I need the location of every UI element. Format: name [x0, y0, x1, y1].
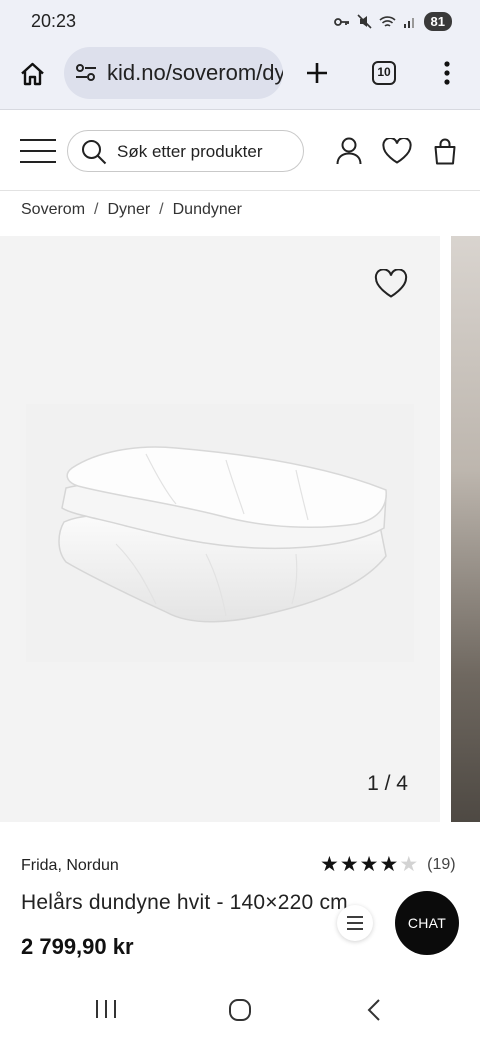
search-icon: [82, 140, 107, 165]
image-counter: 1 / 4: [367, 772, 408, 795]
recent-apps-icon[interactable]: [93, 998, 119, 1020]
wishlist-icon[interactable]: [382, 137, 412, 165]
vpn-key-icon: [333, 17, 349, 26]
breadcrumb-separator: /: [159, 201, 164, 218]
site-settings-icon[interactable]: [75, 63, 97, 83]
wifi-icon: [378, 15, 396, 27]
url-text: kid.no/soverom/dy: [107, 60, 283, 85]
menu-lines-icon: [347, 916, 363, 930]
tab-switcher-icon[interactable]: 10: [371, 60, 397, 86]
product-price: 2 799,90 kr: [21, 934, 134, 959]
address-bar[interactable]: kid.no/soverom/dy: [64, 47, 283, 99]
product-image-carousel[interactable]: 1 / 4: [0, 236, 440, 822]
breadcrumb: Soverom / Dyner / Dundyner: [21, 201, 242, 219]
chat-label: CHAT: [407, 915, 447, 931]
more-menu-icon[interactable]: [437, 59, 457, 87]
status-bar: 20:23 81: [0, 0, 480, 44]
floating-menu-button[interactable]: [337, 905, 373, 941]
search-placeholder: Søk etter produkter: [117, 142, 263, 161]
star-icon: ★: [359, 853, 379, 876]
site-header: Søk etter produkter: [0, 111, 480, 191]
home-icon[interactable]: [17, 59, 47, 89]
tab-count: 10: [372, 61, 396, 85]
status-icons: 81: [333, 12, 452, 31]
product-rating[interactable]: ★ ★ ★ ★ ★ (19): [320, 853, 456, 876]
breadcrumb-dyner[interactable]: Dyner: [107, 201, 150, 219]
account-icon[interactable]: [336, 136, 362, 166]
mute-icon: [356, 14, 372, 29]
product-brand[interactable]: Frida, Nordun: [21, 857, 119, 875]
home-nav-icon[interactable]: [227, 997, 253, 1023]
star-icon: ★: [339, 853, 359, 876]
next-product-image-peek[interactable]: [451, 236, 480, 822]
back-nav-icon[interactable]: [364, 997, 384, 1023]
star-icon: ★: [399, 853, 419, 876]
search-input[interactable]: Søk etter produkter: [67, 130, 304, 172]
new-tab-icon[interactable]: [303, 59, 331, 87]
chat-button[interactable]: CHAT: [395, 891, 459, 955]
breadcrumb-soverom[interactable]: Soverom: [21, 201, 85, 219]
system-navigation-bar: [0, 976, 480, 1040]
status-time: 20:23: [31, 11, 77, 31]
browser-toolbar: kid.no/soverom/dy 10: [0, 44, 480, 110]
hamburger-menu-icon[interactable]: [19, 137, 57, 165]
product-image: [26, 404, 414, 662]
star-icon: ★: [379, 853, 399, 876]
favorite-heart-icon[interactable]: [373, 268, 409, 304]
signal-icon: [403, 18, 414, 28]
breadcrumb-dundyner[interactable]: Dundyner: [173, 201, 242, 219]
battery-indicator: 81: [423, 12, 452, 31]
breadcrumb-separator: /: [94, 201, 99, 218]
review-count: (19): [427, 856, 456, 873]
star-icon: ★: [320, 853, 339, 876]
bag-icon[interactable]: [432, 136, 458, 166]
product-title: Helårs dundyne hvit - 140×220 cm: [21, 891, 348, 914]
